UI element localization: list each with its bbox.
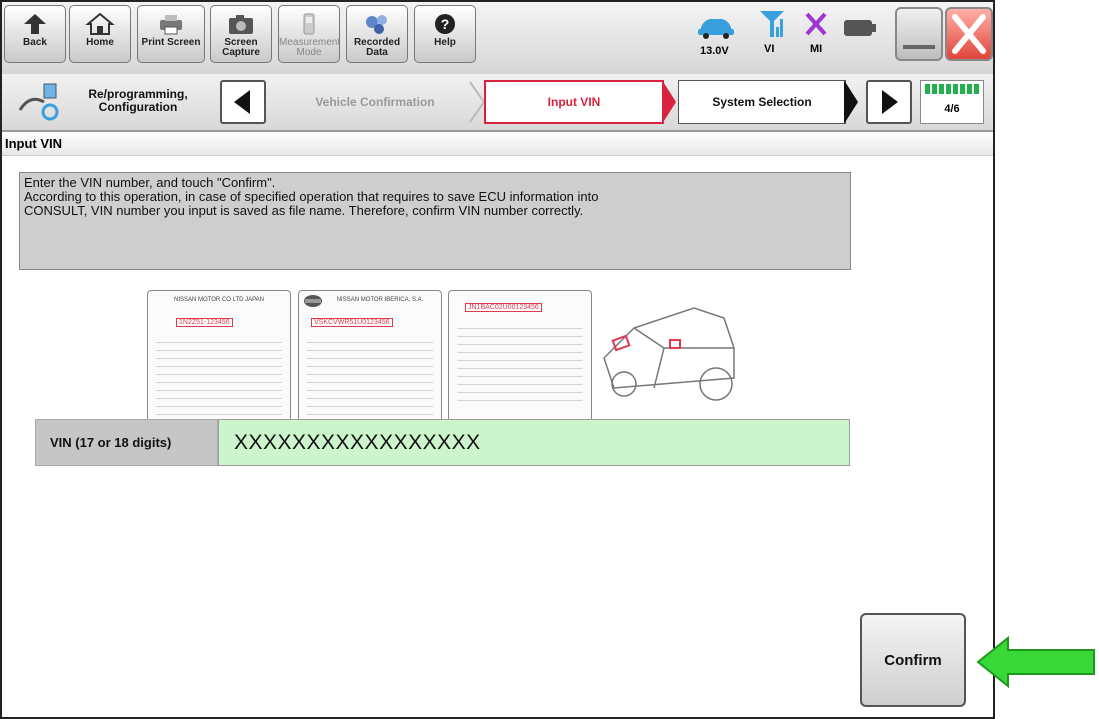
- section-title: Input VIN: [2, 132, 993, 156]
- measurement-mode-button[interactable]: Measurement Mode: [278, 5, 340, 63]
- plate-header-japan: NISSAN MOTOR CO LTD JAPAN: [173, 297, 264, 303]
- battery-icon: [844, 20, 876, 36]
- printer-icon: [160, 15, 182, 35]
- step-vehicle-confirmation: Vehicle Confirmation: [315, 95, 435, 109]
- step-chevron-icon: [844, 80, 858, 124]
- active-step-chevron-icon: [662, 80, 676, 124]
- recorded-data-button[interactable]: Recorded Data: [346, 5, 408, 63]
- camera-icon: [229, 15, 253, 34]
- close-icon: [952, 14, 986, 54]
- print-screen-button[interactable]: Print Screen: [137, 5, 205, 63]
- minimize-icon: [903, 45, 935, 49]
- vehicle-status-panel: 13.0V VI MI: [690, 5, 886, 63]
- recorded-data-label-2: Data: [366, 47, 388, 58]
- vin-field-label: VIN (17 or 18 digits): [35, 419, 218, 466]
- reprogramming-icon: [18, 83, 59, 121]
- plate-vin-iberica: VSKCVWR51U0123456: [311, 318, 393, 327]
- mi-status-label: MI: [810, 43, 823, 55]
- plate-text-lines: [457, 321, 583, 401]
- next-step-button[interactable]: [866, 80, 912, 124]
- right-arrow-icon: [882, 90, 898, 114]
- plate-header-iberica: NISSAN MOTOR IBERICA, S.A.: [336, 297, 424, 303]
- measurement-icon: [303, 13, 315, 35]
- minimize-button[interactable]: [895, 7, 943, 61]
- screen-capture-button[interactable]: Screen Capture: [210, 5, 272, 63]
- step-progress: 4/6: [920, 80, 984, 124]
- back-button[interactable]: Back: [4, 5, 66, 63]
- progress-count: 4/6: [944, 103, 960, 115]
- instruction-line-2: According to this operation, in case of …: [24, 189, 599, 204]
- help-label: Help: [434, 37, 456, 48]
- back-label: Back: [23, 37, 47, 48]
- plate-text-lines: [307, 335, 433, 415]
- vin-plate-iberica: NISSAN MOTOR IBERICA, S.A. VSKCVWR51U012…: [298, 290, 442, 428]
- svg-text:?: ?: [441, 16, 450, 32]
- step-system-selection: System Selection: [678, 80, 846, 124]
- callout-arrow-icon: [976, 635, 1095, 689]
- step-input-vin: Input VIN: [484, 80, 664, 124]
- instruction-line-1: Enter the VIN number, and touch "Confirm…: [24, 175, 276, 190]
- vehicle-illustration: [603, 307, 735, 401]
- instruction-line-3: CONSULT, VIN number you input is saved a…: [24, 203, 584, 218]
- previous-step-button[interactable]: [220, 80, 266, 124]
- progress-bar: [925, 84, 979, 94]
- measurement-label-2: Mode: [296, 47, 322, 58]
- vin-plate-japan: NISSAN MOTOR CO LTD JAPAN 1N2Z51-123456: [147, 290, 291, 428]
- help-button[interactable]: ? Help: [414, 5, 476, 63]
- recorded-data-icon: [366, 15, 387, 34]
- back-arrow-icon: [24, 14, 46, 34]
- plate-text-lines: [156, 335, 282, 415]
- car-connection-icon: [698, 19, 734, 39]
- vin-input[interactable]: XXXXXXXXXXXXXXXXX: [218, 419, 850, 466]
- plate-vin-usa: JN1BAC02U00123456: [465, 303, 542, 312]
- home-icon: [85, 12, 115, 35]
- home-button[interactable]: Home: [69, 5, 131, 63]
- app-window: Back Home Print Screen Screen Capture Me…: [0, 0, 995, 719]
- step-navigation-bar: Re/programming, Configuration Vehicle Co…: [2, 74, 993, 132]
- left-arrow-icon: [234, 90, 250, 114]
- signal-strength-icon: [760, 11, 784, 37]
- vi-status-label: VI: [764, 43, 775, 55]
- home-label: Home: [86, 37, 114, 48]
- mi-disconnected-icon: [805, 12, 827, 36]
- nissan-logo-icon: [304, 295, 322, 307]
- toolbar: Back Home Print Screen Screen Capture Me…: [2, 2, 993, 75]
- vin-plate-usa: JN1BAC02U00123456: [448, 290, 592, 428]
- help-icon: ?: [435, 14, 455, 34]
- screen-capture-label-2: Capture: [222, 47, 260, 58]
- current-function-label: Re/programming, Configuration: [88, 88, 188, 114]
- plate-vin-japan: 1N2Z51-123456: [176, 318, 233, 327]
- confirm-button[interactable]: Confirm: [860, 613, 966, 707]
- instructions-panel: Enter the VIN number, and touch "Confirm…: [19, 172, 851, 270]
- close-button[interactable]: [945, 7, 993, 61]
- print-screen-label: Print Screen: [141, 37, 201, 48]
- battery-voltage: 13.0V: [700, 45, 729, 57]
- function-label-line-2: Configuration: [98, 100, 178, 114]
